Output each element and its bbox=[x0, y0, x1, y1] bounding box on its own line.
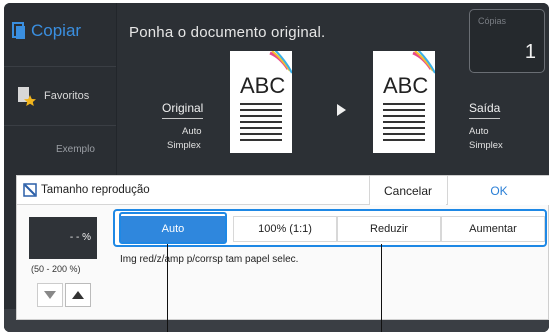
arrow-down-icon bbox=[44, 291, 56, 299]
original-mode: Auto bbox=[182, 126, 202, 137]
callout-line-auto bbox=[167, 244, 168, 332]
sidebar-item-label: Favoritos bbox=[44, 89, 90, 102]
output-heading: Saída bbox=[469, 101, 501, 119]
zoom-value: - - % bbox=[69, 232, 91, 243]
status-message: Ponha o documento original. bbox=[129, 24, 326, 41]
arrow-up-icon bbox=[72, 291, 84, 299]
reproduction-size-dialog: Tamanho reprodução Cancelar OK - - % (50… bbox=[16, 175, 549, 320]
zoom-value-field[interactable]: - - % bbox=[29, 217, 97, 259]
output-mode: Auto bbox=[469, 126, 489, 137]
dialog-title-label: Tamanho reprodução bbox=[41, 184, 150, 196]
zoom-decrease-button[interactable] bbox=[37, 283, 63, 307]
play-arrow-icon bbox=[337, 104, 346, 116]
option-reduzir[interactable]: Reduzir bbox=[337, 216, 441, 242]
copies-label: Cópias bbox=[478, 16, 507, 26]
dialog-header: Tamanho reprodução Cancelar OK bbox=[17, 176, 549, 205]
doc-text-output: ABC bbox=[383, 73, 428, 98]
app-title: Copiar bbox=[12, 21, 81, 41]
original-sides: Simplex bbox=[167, 140, 201, 151]
option-aumentar[interactable]: Aumentar bbox=[441, 216, 545, 242]
original-document-icon: ABC bbox=[230, 48, 293, 153]
output-sides: Simplex bbox=[469, 140, 503, 151]
device-screen: Copiar Favoritos Exemplo Ponha o documen… bbox=[4, 3, 549, 332]
copy-icon bbox=[12, 22, 25, 39]
app-title-label: Copiar bbox=[31, 21, 82, 40]
sidebar-item-exemplo-label: Exemplo bbox=[56, 144, 95, 155]
auto-highlight bbox=[119, 212, 227, 244]
original-heading: Original bbox=[162, 101, 204, 119]
ok-button[interactable]: OK bbox=[447, 176, 549, 205]
cancel-button[interactable]: Cancelar bbox=[369, 176, 446, 205]
output-document-icon: ABC bbox=[373, 48, 436, 153]
option-hint-text: Img red/z/amp p/corrsp tam papel selec. bbox=[120, 254, 299, 265]
zoom-increase-button[interactable] bbox=[65, 283, 91, 307]
favorites-icon bbox=[16, 85, 36, 107]
reproduction-size-icon bbox=[23, 183, 37, 197]
callout-line-options bbox=[381, 244, 382, 332]
doc-text-original: ABC bbox=[240, 73, 285, 98]
copies-field[interactable]: Cópias 1 bbox=[469, 9, 545, 73]
zoom-range-label: (50 - 200 %) bbox=[31, 264, 81, 274]
sidebar-item-favorites[interactable]: Favoritos bbox=[4, 66, 116, 124]
dialog-title: Tamanho reprodução bbox=[23, 183, 150, 197]
option-100-percent[interactable]: 100% (1:1) bbox=[233, 216, 337, 242]
copies-value: 1 bbox=[524, 41, 536, 63]
